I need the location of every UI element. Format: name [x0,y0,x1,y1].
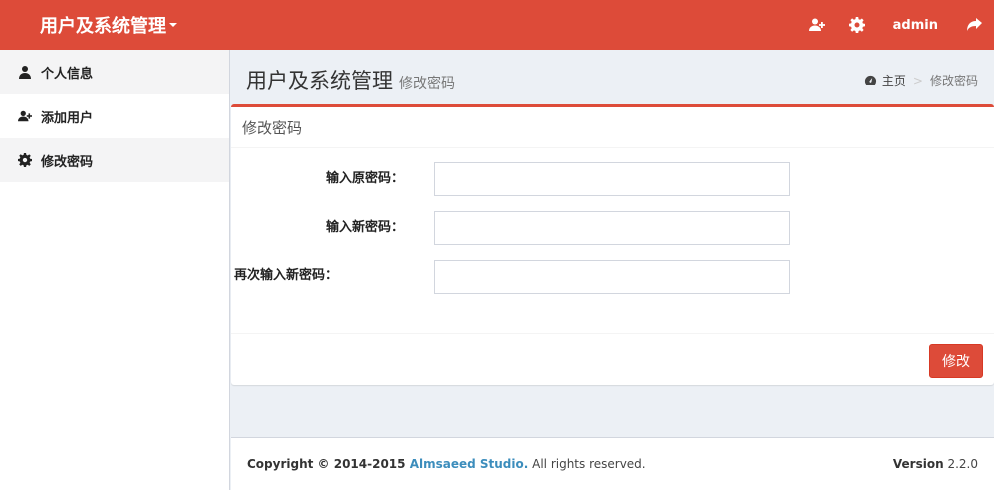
user-menu[interactable]: admin [877,0,954,50]
brand-dropdown[interactable]: 用户及系统管理 [0,0,230,50]
top-navbar: 用户及系统管理 admin [0,0,994,50]
gear-icon [18,153,32,167]
confirm-password-label: 再次输入新密码： [234,268,339,283]
gear-icon [848,17,865,33]
page-title-text: 用户及系统管理 [246,69,393,93]
old-password-label: 输入原密码： [325,171,404,186]
page-footer: Copyright © 2014-2015 Almsaeed Studio. A… [231,437,994,490]
share-icon [967,18,982,31]
page-title: 用户及系统管理 修改密码 [246,65,455,95]
new-password-input[interactable] [434,211,790,245]
studio-link[interactable]: Almsaeed Studio. [410,457,529,471]
brand-title: 用户及系统管理 [40,16,166,37]
version-label: Version [892,457,944,471]
sidebar-item-profile[interactable]: 个人信息 [0,50,229,94]
navbar-right: admin [797,0,994,50]
dashboard-icon [864,75,876,85]
settings-nav-button[interactable] [837,0,877,50]
page-subtitle: 修改密码 [399,76,455,92]
sidebar-item-label: 修改密码 [41,154,94,170]
new-password-label: 输入新密码： [325,220,404,235]
user-icon [19,66,31,79]
copyright: Copyright © 2014-2015 Almsaeed Studio. A… [247,457,646,471]
user-name: admin [892,17,938,33]
share-nav-button[interactable] [954,0,994,50]
change-password-box: 修改密码 输入原密码： 输入新密码： 再次输入新密码： 修改 [231,104,994,385]
breadcrumb-separator: > [912,73,923,88]
box-footer: 修改 [231,333,994,388]
content-header: 用户及系统管理 修改密码 主页 > 修改密码 [231,50,994,104]
add-user-icon [808,18,825,31]
breadcrumb: 主页 > 修改密码 [864,72,978,89]
add-user-nav-button[interactable] [797,0,837,50]
sidebar-item-add-user[interactable]: 添加用户 [0,94,229,138]
confirm-password-input[interactable] [434,260,790,294]
sidebar-item-label: 个人信息 [41,66,94,82]
version-number: 2.2.0 [943,457,978,471]
version-info: Version 2.2.0 [893,457,978,471]
rights-text: All rights reserved. [528,457,646,471]
old-password-input[interactable] [434,162,790,196]
sidebar-item-change-password[interactable]: 修改密码 [0,138,229,182]
sidebar: 个人信息 添加用户 修改密码 [0,50,230,490]
user-plus-icon [18,110,32,122]
breadcrumb-home-link[interactable]: 主页 [882,72,906,89]
sidebar-item-label: 添加用户 [41,110,94,126]
breadcrumb-current: 修改密码 [929,74,978,88]
submit-button[interactable]: 修改 [929,344,983,378]
caret-down-icon [169,23,177,27]
copyright-text: Copyright © 2014-2015 [247,457,410,471]
box-title: 修改密码 [231,107,994,148]
